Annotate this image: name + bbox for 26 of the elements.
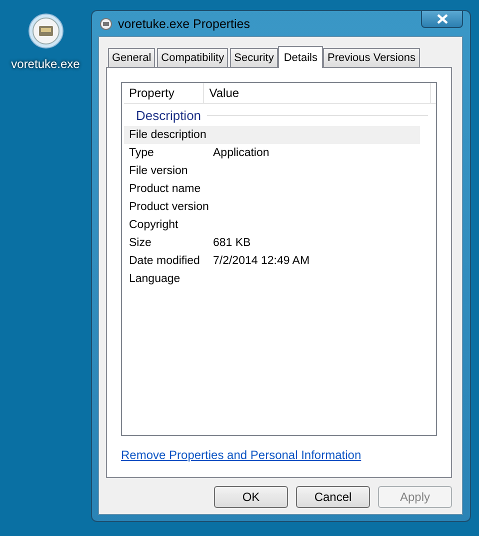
tab[interactable]: General xyxy=(108,48,156,67)
property-row[interactable]: Copyright xyxy=(124,216,420,234)
file-name: voretuke.exe xyxy=(11,57,80,71)
close-icon xyxy=(436,14,448,24)
column-header[interactable]: Property xyxy=(124,83,204,103)
group-header: Description xyxy=(136,108,202,122)
property-row[interactable]: Language xyxy=(124,270,420,288)
property-row[interactable]: Type Application xyxy=(124,144,420,162)
tab[interactable]: Details xyxy=(278,46,324,68)
tab[interactable]: Security xyxy=(230,48,278,67)
tab[interactable]: Compatibility xyxy=(157,48,228,67)
remove-properties-link[interactable]: Remove Properties and Personal Information xyxy=(121,448,362,462)
column-header[interactable]: Value xyxy=(204,83,431,103)
network-port-icon[interactable] xyxy=(28,13,64,49)
property-row[interactable]: File description xyxy=(124,126,420,144)
dialog-button[interactable]: Cancel xyxy=(296,486,370,508)
property-row[interactable]: Product version xyxy=(124,198,420,216)
dialog-button[interactable]: OK xyxy=(214,486,288,508)
close-button[interactable] xyxy=(421,10,463,28)
property-row[interactable]: Date modified 7/2/2014 12:49 AM xyxy=(124,252,420,270)
app-icon xyxy=(100,18,112,30)
property-row[interactable]: Product name xyxy=(124,180,420,198)
tab[interactable]: Previous Versions xyxy=(323,48,420,67)
property-row[interactable]: Size 681 KB xyxy=(124,234,420,252)
window-title: voretuke.exe Properties xyxy=(118,16,252,30)
property-row[interactable]: File version xyxy=(124,162,420,180)
